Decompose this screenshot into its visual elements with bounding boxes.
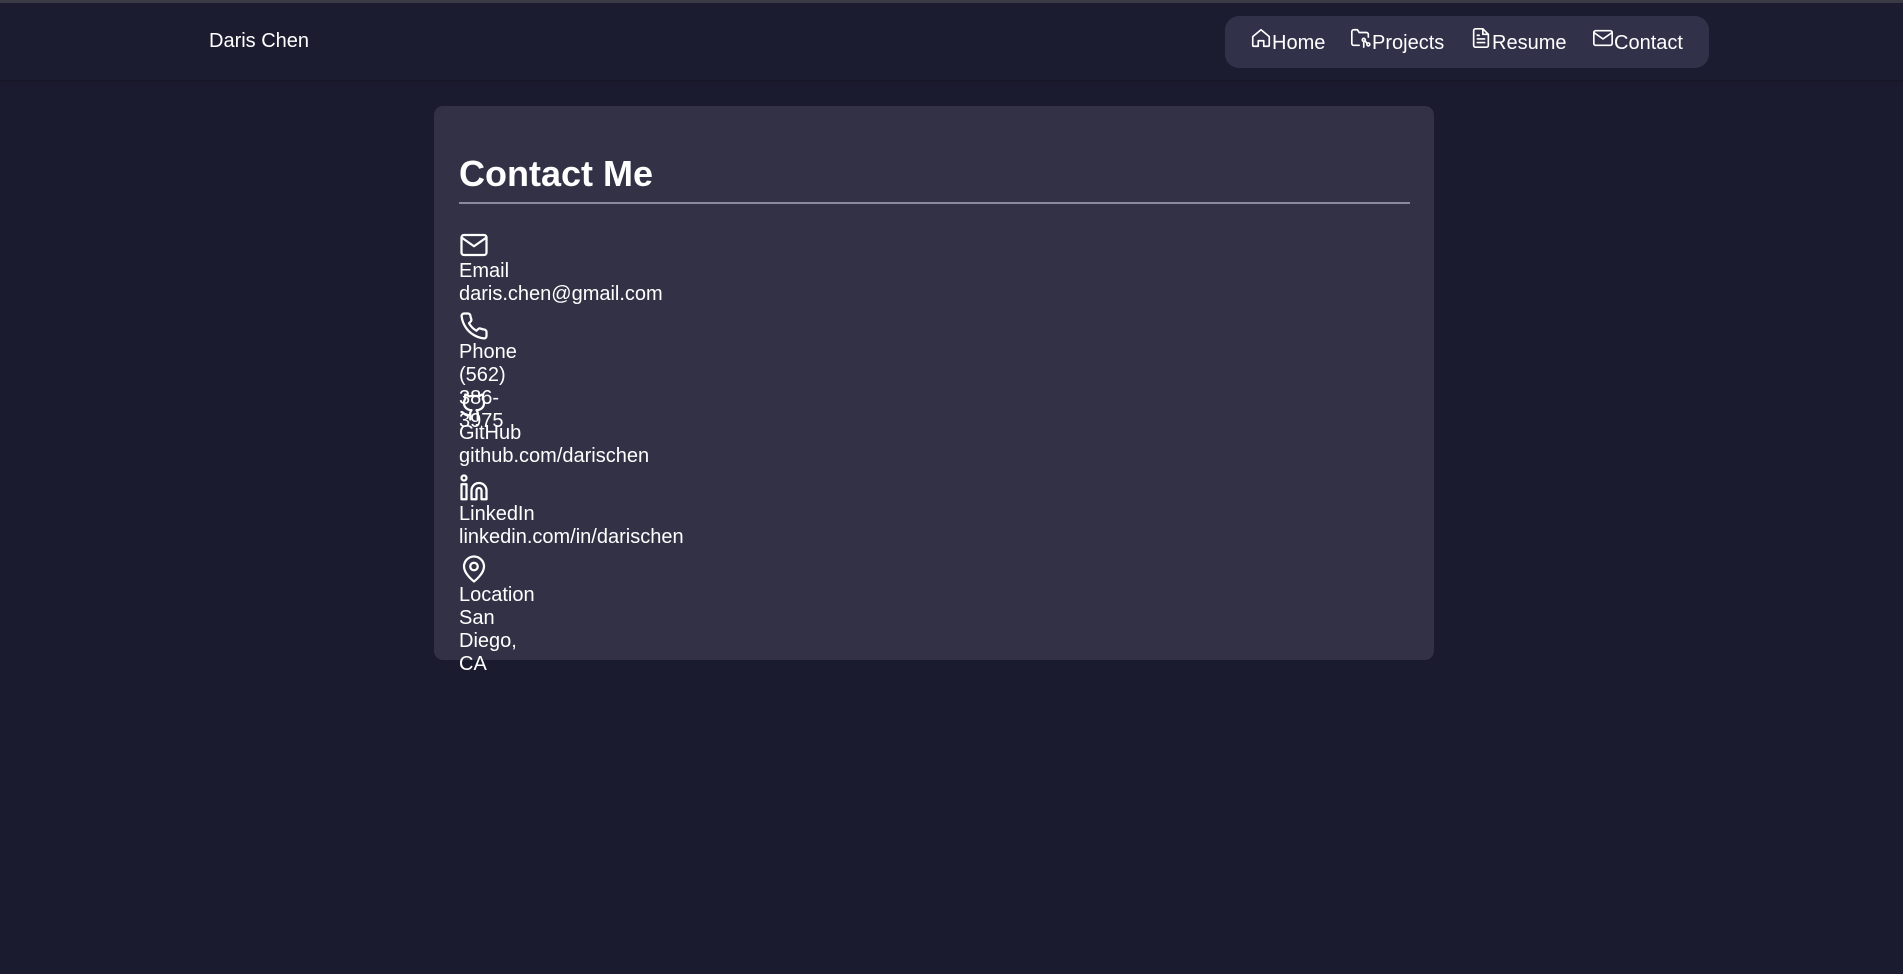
phone-icon bbox=[459, 311, 489, 341]
contact-item-phone: Phone (562) 386-3975 bbox=[459, 311, 517, 432]
contact-label: Phone bbox=[459, 341, 517, 363]
contact-value-email[interactable]: daris.chen@gmail.com bbox=[459, 283, 663, 306]
nav-home[interactable]: Home bbox=[1250, 28, 1325, 56]
page-title: Contact Me bbox=[459, 153, 654, 194]
mail-icon bbox=[1592, 27, 1614, 49]
linkedin-icon bbox=[459, 473, 489, 503]
nav-projects-label: Projects bbox=[1372, 32, 1445, 54]
nav-menu: Home Projects Resume Contact bbox=[1225, 16, 1709, 68]
title-divider bbox=[459, 202, 1410, 204]
contact-label: GitHub bbox=[459, 422, 522, 444]
file-text-icon bbox=[1470, 27, 1492, 49]
nav-resume-label: Resume bbox=[1492, 32, 1567, 54]
mail-icon bbox=[459, 230, 489, 260]
brand-name[interactable]: Daris Chen bbox=[209, 30, 309, 53]
contact-item-linkedin: LinkedIn linkedin.com/in/darischen bbox=[459, 473, 684, 554]
nav-resume[interactable]: Resume bbox=[1470, 28, 1566, 56]
contact-label: LinkedIn bbox=[459, 503, 535, 525]
contact-item-github: GitHub github.com/darischen bbox=[459, 392, 649, 473]
contact-value-github[interactable]: github.com/darischen bbox=[459, 445, 649, 468]
contact-item-location: Location San Diego, CA bbox=[459, 554, 535, 675]
nav-home-label: Home bbox=[1272, 32, 1326, 54]
contact-card: Contact Me Email daris.chen@gmail.com Ph… bbox=[434, 106, 1434, 675]
nav-contact-label: Contact bbox=[1614, 32, 1683, 54]
contact-label: Location bbox=[459, 584, 535, 606]
home-icon bbox=[1250, 27, 1272, 49]
contact-list: Email daris.chen@gmail.com Phone (562) 3… bbox=[459, 230, 684, 675]
github-icon bbox=[459, 392, 489, 422]
contact-label: Email bbox=[459, 260, 510, 282]
contact-value-linkedin[interactable]: linkedin.com/in/darischen bbox=[459, 526, 684, 549]
map-pin-icon bbox=[459, 554, 489, 584]
folder-git-icon bbox=[1350, 27, 1372, 49]
navbar: Daris Chen Home Projects Resume Contact bbox=[0, 3, 1903, 80]
nav-contact[interactable]: Contact bbox=[1592, 28, 1683, 56]
nav-projects[interactable]: Projects bbox=[1350, 28, 1444, 56]
contact-item-email: Email daris.chen@gmail.com bbox=[459, 230, 663, 311]
contact-value-location: San Diego, CA bbox=[459, 607, 517, 675]
